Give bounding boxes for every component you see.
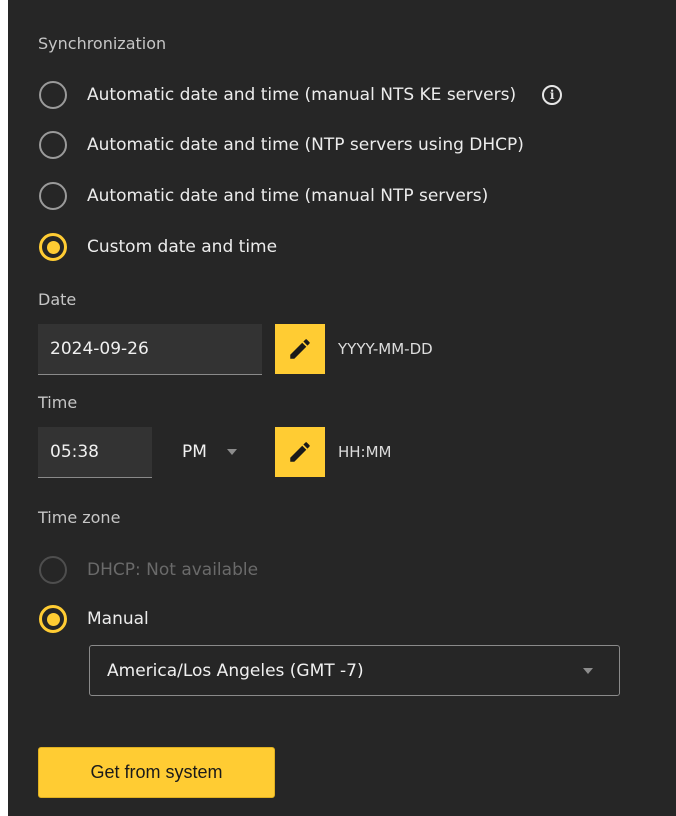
synchronization-label: Synchronization	[38, 34, 167, 53]
time-label: Time	[38, 393, 78, 412]
sync-option-label: Automatic date and time (manual NTS KE s…	[87, 85, 517, 105]
timezone-option-dhcp: DHCP: Not available	[39, 553, 258, 587]
date-label: Date	[38, 290, 77, 309]
radio-button-selected[interactable]	[39, 605, 67, 633]
sync-option-manual-ntp[interactable]: Automatic date and time (manual NTP serv…	[39, 179, 488, 213]
time-input[interactable]: 05:38	[38, 427, 152, 478]
timezone-select-value: America/Los Angeles (GMT -7)	[107, 660, 364, 681]
get-from-system-button[interactable]: Get from system	[38, 747, 275, 798]
sync-option-ntp-dhcp[interactable]: Automatic date and time (NTP servers usi…	[39, 128, 524, 162]
date-format-hint: YYYY-MM-DD	[338, 340, 433, 358]
info-icon[interactable]: i	[542, 85, 563, 105]
timezone-select[interactable]: America/Los Angeles (GMT -7)	[89, 645, 620, 696]
date-input[interactable]: 2024-09-26	[38, 324, 262, 375]
edit-date-button[interactable]	[275, 324, 325, 374]
date-time-settings-panel: Synchronization Automatic date and time …	[8, 0, 676, 816]
radio-button[interactable]	[39, 182, 67, 210]
timezone-option-manual[interactable]: Manual	[39, 602, 149, 636]
sync-option-label: Custom date and time	[87, 237, 278, 257]
meridiem-value: PM	[182, 442, 207, 462]
caret-down-icon	[583, 667, 593, 674]
pencil-icon	[290, 339, 310, 359]
caret-down-icon	[226, 449, 237, 455]
timezone-option-label: DHCP: Not available	[87, 560, 259, 580]
edit-time-button[interactable]	[275, 427, 325, 477]
sync-option-label: Automatic date and time (manual NTP serv…	[87, 186, 489, 206]
radio-button[interactable]	[39, 81, 67, 109]
sync-option-custom[interactable]: Custom date and time	[39, 230, 277, 264]
sync-option-nts-ke[interactable]: Automatic date and time (manual NTS KE s…	[39, 78, 563, 112]
pencil-icon	[290, 442, 310, 462]
radio-button-selected[interactable]	[39, 233, 67, 261]
timezone-label: Time zone	[38, 508, 121, 527]
sync-option-label: Automatic date and time (NTP servers usi…	[87, 135, 524, 155]
radio-button[interactable]	[39, 131, 67, 159]
time-format-hint: HH:MM	[338, 443, 392, 461]
meridiem-select[interactable]: PM	[182, 442, 237, 462]
radio-button-disabled	[39, 556, 67, 584]
timezone-option-label: Manual	[87, 609, 149, 629]
